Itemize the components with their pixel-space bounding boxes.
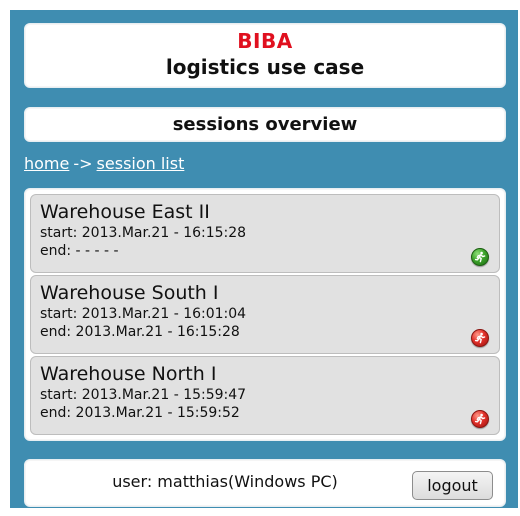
session-end: end: 2013.Mar.21 - 16:15:28 (40, 324, 240, 340)
session-end: end: 2013.Mar.21 - 15:59:52 (40, 405, 240, 421)
breadcrumb-session-list-link[interactable]: session list (97, 154, 185, 173)
session-start: start: 2013.Mar.21 - 15:59:47 (40, 387, 247, 403)
user-info: user: matthias(Windows PC) (112, 472, 338, 491)
app-header: BIBA logistics use case (24, 23, 506, 88)
page-title: sessions overview (172, 114, 358, 135)
page-title-bar: sessions overview (24, 107, 506, 142)
session-name: Warehouse East II (40, 201, 210, 223)
app-frame: BIBA logistics use case sessions overvie… (10, 10, 518, 508)
session-item[interactable]: Warehouse South I start: 2013.Mar.21 - 1… (30, 275, 500, 354)
running-red-icon (471, 329, 489, 347)
session-name: Warehouse North I (40, 363, 217, 385)
breadcrumb: home -> session list (24, 153, 184, 175)
logout-button[interactable]: logout (412, 471, 493, 500)
session-list: Warehouse East II start: 2013.Mar.21 - 1… (24, 188, 506, 441)
user-footer: user: matthias(Windows PC) logout (24, 459, 506, 507)
breadcrumb-separator: -> (73, 154, 93, 173)
breadcrumb-home-link[interactable]: home (24, 154, 69, 173)
running-red-icon (471, 410, 489, 428)
session-start: start: 2013.Mar.21 - 16:15:28 (40, 225, 247, 241)
running-green-icon (471, 248, 489, 266)
app-title: logistics use case (165, 55, 365, 79)
session-start: start: 2013.Mar.21 - 16:01:04 (40, 306, 247, 322)
session-end: end: - - - - - (40, 243, 119, 259)
session-item[interactable]: Warehouse North I start: 2013.Mar.21 - 1… (30, 356, 500, 435)
brand-logo: BIBA (237, 29, 293, 53)
session-name: Warehouse South I (40, 282, 219, 304)
session-item[interactable]: Warehouse East II start: 2013.Mar.21 - 1… (30, 194, 500, 273)
